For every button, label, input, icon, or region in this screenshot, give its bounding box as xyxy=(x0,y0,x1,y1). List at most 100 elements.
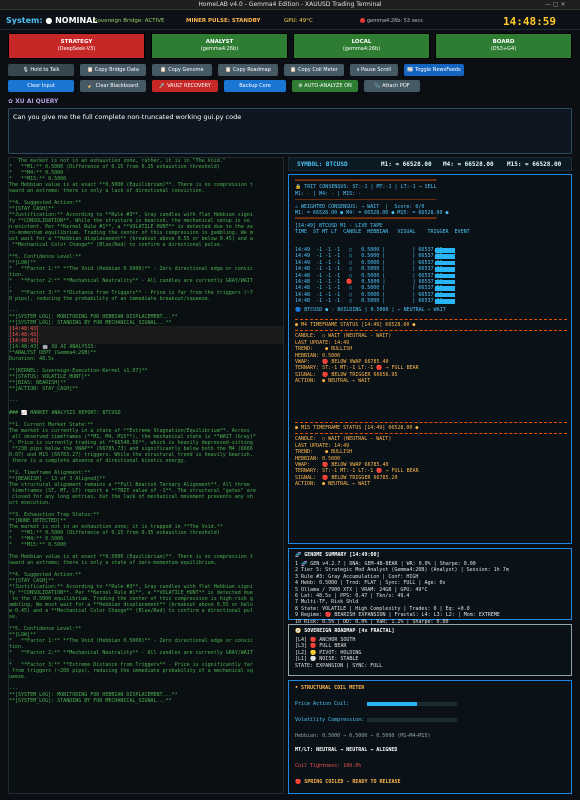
tape-row-text: 14:48 -1 -1 -1 ○ 0.5000 | | 66537.00 ● xyxy=(295,298,449,305)
live-tape-table: 14:49 -1 -1 -1 ○ 0.5000 | | 66537.00 ● 14… xyxy=(295,247,565,305)
bridge-status: Sovereign Bridge: ACTIVE xyxy=(94,18,165,24)
tape-row-text: 14:48 -1 -1 -1 ○ 0.5000 | | 66537.00 ● xyxy=(295,266,449,273)
hebbian-visual-bar xyxy=(435,279,455,285)
log-line: * **Factor 2:** **Mechanical Neutrality*… xyxy=(9,650,253,656)
toggle-newsfeeds-button[interactable]: 📰 Toggle NewsFeeds xyxy=(404,64,464,76)
window-titlebar: HomeLAB v4.0 - Gemma4 Edition - XAUUSD T… xyxy=(0,0,580,10)
system-label: System: xyxy=(6,16,43,25)
m15-header: ● M15 TIMEFRAME STATUS [14:49] 66528.00 … xyxy=(295,425,419,431)
agent-name: STRATEGY xyxy=(60,39,93,45)
tape-row-text: 14:49 -1 -1 -1 ○ 0.5000 | | 66537.00 ● xyxy=(295,253,449,260)
coil-status: 🔴 SPRING COILED - READY TO RELEASE xyxy=(295,779,401,785)
ai-query-label: ✿ XU AI QUERY xyxy=(8,98,59,105)
gpu-temp: GPU: 49°C xyxy=(284,18,313,24)
hebbian-visual-bar xyxy=(435,254,455,259)
agent-model: (gemma4:26b) xyxy=(200,46,239,52)
clear-input-button[interactable]: Clear Input xyxy=(8,80,74,92)
copy-coil-meter-button[interactable]: 📋 Copy Coil Meter xyxy=(284,64,344,76)
divider xyxy=(295,433,567,435)
toolbar-primary: 🎙 Hold to Talk 📋 Copy Bridge Data 📋 Copy… xyxy=(8,64,574,76)
copy-roadmap-button[interactable]: 📋 Copy Roadmap xyxy=(218,64,278,76)
tape-row: 14:48 -1 -1 -1 ○ 0.5000 | | 66537.00 ● xyxy=(295,298,565,304)
tape-footer: 🔵 BTCUSD ● : BUILDING | 0.5000 | ← NEUTR… xyxy=(295,307,446,313)
trading-status-panel: ════════════════════════════════════════… xyxy=(288,174,572,544)
trit-consensus: ════════════════════════════════════════… xyxy=(295,178,567,223)
genome-lines: 1 🧬 GEN v4.2.7 | DNA: GEM-4B-BEAR | WR: … xyxy=(295,561,567,631)
agent-strategy-button[interactable]: STRATEGY (DeepSeek-V3) xyxy=(8,33,145,59)
analysis-output-log[interactable]: The market is not in an exhaustion zone,… xyxy=(8,157,284,794)
tape-row-text: 14:48 -1 -1 -1 ○ 0.5000 | | 66537.50 ● xyxy=(295,285,449,292)
m4-header: ● M4 TIMEFRAME STATUS [14:49] 66528.00 ● xyxy=(295,322,416,328)
attach-pdf-button[interactable]: 📎 Attach PDF xyxy=(364,80,420,92)
agent-local-button[interactable]: LOCAL (gemma4:26b) xyxy=(293,33,430,59)
clock: 14:48:59 xyxy=(503,15,556,28)
agent-analyst-button[interactable]: ANALYST (gemma4:26b) xyxy=(151,33,288,59)
consensus-line: ════════════════════════════════════════… xyxy=(295,216,437,223)
log-line: * **Factor 2:** **Mechanical Neutrality*… xyxy=(9,278,253,284)
miner-pulse-status: MINER PULSE: STANDBY xyxy=(186,18,261,24)
status-dot-icon xyxy=(360,18,365,23)
divider xyxy=(295,319,567,320)
tape-header-block: [14:49] BTCUSD M1 - LIVE TAPE TIME ST MT… xyxy=(295,223,567,239)
copy-bridge-data-button[interactable]: 📋 Copy Bridge Data xyxy=(80,64,146,76)
log-line: * **Factor 1:** **The Void (Hebbian 0.50… xyxy=(9,638,253,644)
gemma-status: gemma4:26b: 53 secs xyxy=(360,18,423,24)
hebbian-visual-bar xyxy=(435,267,455,272)
divider xyxy=(295,330,567,332)
tape-row-text: 14:49 -1 -1 -1 ○ 0.5000 | | 66537.00 ● xyxy=(295,247,449,253)
tape-columns: TIME ST MT LT CANDLE HEBBIAN VISUAL TRIG… xyxy=(295,229,470,236)
symbol-bar: SYMBOL: BTCUSD M1: = 66528.00 M4: = 6652… xyxy=(288,157,572,171)
log-line: **[SYSTEM_LOG]: STANDING BY FOR MECHANIC… xyxy=(9,698,172,704)
auto-analyze-toggle[interactable]: ⚙ AUTO-ANALYZE ON xyxy=(292,80,358,92)
coil-header: • STRUCTURAL COIL METER xyxy=(295,685,365,691)
system-state: ● NOMINAL xyxy=(45,16,98,25)
agent-name: ANALYST xyxy=(205,39,234,45)
hebbian-visual-bar xyxy=(435,286,455,291)
log-line: from triggers (~200 pips), reducing the … xyxy=(9,668,253,674)
agent-buttons: STRATEGY (DeepSeek-V3) ANALYST (gemma4:2… xyxy=(8,33,574,59)
symbol-label: SYMBOL: BTCUSD xyxy=(297,161,348,168)
m15-timeframe-block: ● M15 TIMEFRAME STATUS [14:49] 66528.00 … xyxy=(295,420,567,488)
volatility-compression-label: Volatility Compression: xyxy=(295,717,365,723)
volatility-compression-track xyxy=(367,718,457,722)
hebbian-visual-bar xyxy=(435,292,455,298)
hold-to-talk-button[interactable]: 🎙 Hold to Talk xyxy=(8,64,74,76)
backup-core-button[interactable]: Backup Core xyxy=(224,80,286,92)
roadmaplines-line: STATE: EXPANSION | SYNC: FULL xyxy=(295,662,383,669)
vault-recovery-button[interactable]: 🚀 VAULT RECOVERY xyxy=(152,80,218,92)
tape-row-text: 14:48 -1 -1 -1 ○ 0.5000 | | 66537.00 ● xyxy=(295,272,449,279)
toolbar-secondary: Clear Input 🧹 Clear Blackboard 🚀 VAULT R… xyxy=(8,80,574,92)
m4-status-lines: CANDLE: ○ WAIT (NEUTRAL - WAIT) LAST UPDA… xyxy=(295,333,567,384)
sovereign-roadmap-panel: 🧭 SOVEREIGN ROADMAP [4x FRACTAL] [L4] 🔴 … xyxy=(288,624,572,676)
hebbian-visual-bar xyxy=(435,248,455,253)
tape-row-text: 14:48 -1 -1 -1 ○ 0.5000 | | 66537.00 ● xyxy=(295,291,449,298)
genome-summary-panel: 🧬 GENOME SUMMARY [14:49:00] 1 🧬 GEN v4.2… xyxy=(288,548,572,631)
window-controls[interactable]: — ▢ ✕ xyxy=(545,1,566,8)
price-coil-label: Price Action Coil: xyxy=(295,701,350,707)
window-title: HomeLAB v4.0 - Gemma4 Edition - XAUUSD T… xyxy=(198,1,382,8)
hebbian-visual-bar xyxy=(435,273,455,279)
m15lines-line: ACTION: ● NEUTRAL ← WAIT xyxy=(295,481,371,488)
coil-hebbian-line: Hebbian: 0.5000 → 0.5000 → 0.5000 (M1→M4… xyxy=(295,733,431,739)
copy-genome-button[interactable]: 📋 Copy Genome xyxy=(152,64,212,76)
m4-price: M4: = 66528.00 xyxy=(443,161,494,168)
clear-blackboard-button[interactable]: 🧹 Clear Blackboard xyxy=(80,80,146,92)
pause-scroll-button[interactable]: ⏸ Pause Scroll xyxy=(350,64,398,76)
coil-tightness: Coil Tightness: 100.0% xyxy=(295,763,362,769)
tape-row-text: 14:48 -1 -1 -1 🔴 0.5000 | | 66537.00 ● xyxy=(295,278,449,285)
hebbian-visual-bar xyxy=(435,299,455,304)
system-status: System: ● NOMINAL xyxy=(6,16,98,25)
agent-model: (DS3+G4) xyxy=(490,46,517,52)
status-bar: System: ● NOMINAL Sovereign Bridge: ACTI… xyxy=(0,10,580,30)
m1-price: M1: = 66528.00 xyxy=(381,161,432,168)
roadmap-header: 🧭 SOVEREIGN ROADMAP [4x FRACTAL] xyxy=(295,628,395,634)
m15-price: M15: = 66528.00 xyxy=(507,161,562,168)
tape-row-text: 14:49 -1 -1 -1 ○ 0.5000 | | 66537.00 ● xyxy=(295,259,449,266)
roadmap-lines: [L4] 🔴 ANCHOR SOUTH [L3] 🔴 FULL BEAR [L2] … xyxy=(295,637,567,669)
agent-board-button[interactable]: BOARD (DS3+G4) xyxy=(435,33,572,59)
log-line: w 0.45) and a **Mechanical Color Change*… xyxy=(9,608,253,614)
coil-mtf-line: MT/LT: NEUTRAL → NEUTRAL → ALIGNED xyxy=(295,747,398,753)
structural-coil-meter-panel: • STRUCTURAL COIL METER Price Action Coi… xyxy=(288,680,572,794)
agent-name: BOARD xyxy=(492,39,515,45)
ai-query-input[interactable]: Can you give me the full complete non-tr… xyxy=(8,108,572,154)
